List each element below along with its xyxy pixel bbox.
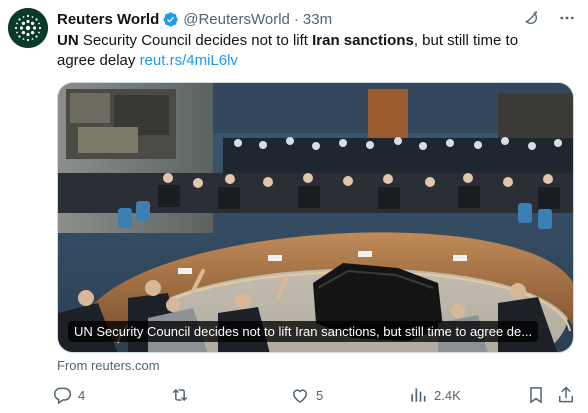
like-count: 5 [316,387,324,403]
card-photo [58,83,573,352]
more-icon[interactable] [558,9,576,31]
tweet-text-part: Security Council decides not to lift [78,32,313,49]
share-button[interactable] [556,385,576,405]
tweet-link[interactable]: reut.rs/4miL6lv [140,52,238,69]
views-button[interactable]: 2.4K [408,385,461,405]
grok-icon[interactable] [522,9,540,31]
reply-icon [54,387,72,405]
separator-dot: · [293,10,299,28]
verified-badge-icon[interactable] [162,11,179,28]
timestamp[interactable]: 33m [303,11,332,28]
reuters-logo [8,8,48,48]
tweet[interactable]: Reuters World @ReutersWorld · 33m UN Sec… [0,0,588,413]
bookmark-icon [530,387,542,404]
repost-button[interactable] [170,385,196,405]
action-bar: 4 5 2.4K [52,385,576,407]
repost-icon [173,389,187,401]
tweet-text: UN Security Council decides not to lift … [57,31,557,71]
views-count: 2.4K [434,387,461,403]
card-title[interactable]: UN Security Council decides not to lift … [68,321,539,342]
bookmark-button[interactable] [526,385,546,405]
views-icon [411,388,426,402]
link-card[interactable]: UN Security Council decides not to lift … [57,82,574,353]
author-handle[interactable]: @ReutersWorld [183,11,290,28]
author-name[interactable]: Reuters World [57,11,159,28]
card-source[interactable]: From reuters.com [57,358,160,373]
reply-count: 4 [78,387,86,403]
tweet-header: Reuters World @ReutersWorld · 33m [57,8,576,30]
reply-button[interactable]: 4 [52,385,85,405]
avatar[interactable] [8,8,48,48]
like-icon [292,389,308,403]
tweet-text-bold[interactable]: Iran sanctions [312,32,414,49]
tweet-text-bold[interactable]: UN [57,32,79,49]
like-button[interactable]: 5 [290,385,323,405]
share-icon [559,386,573,403]
